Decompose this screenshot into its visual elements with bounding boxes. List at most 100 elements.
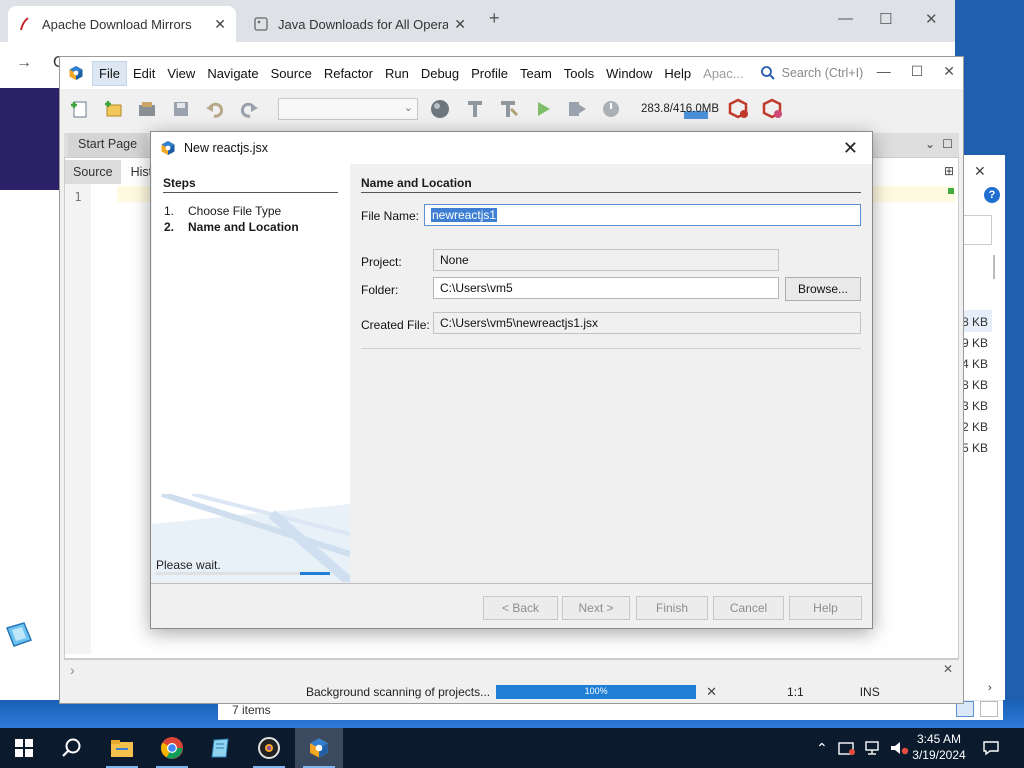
file-explorer-button[interactable]	[98, 728, 146, 768]
next-button[interactable]: Next >	[562, 596, 630, 620]
step-label: Choose File Type	[188, 204, 282, 218]
quick-search[interactable]: Search (Ctrl+I)	[760, 65, 864, 81]
clean-build-icon[interactable]	[498, 98, 520, 120]
search-button[interactable]	[48, 728, 96, 768]
help-icon[interactable]: ?	[984, 187, 1000, 203]
debug-icon[interactable]	[566, 98, 588, 120]
scroll-right-icon[interactable]: ›	[988, 682, 992, 694]
menu-debug[interactable]: Debug	[415, 62, 465, 85]
tab-title: Java Downloads for All Operati	[278, 16, 448, 32]
close-tab-icon[interactable]: ✕	[454, 16, 466, 33]
media-app-button[interactable]	[245, 728, 293, 768]
network-icon[interactable]	[864, 740, 882, 756]
folder-label: Folder:	[361, 283, 399, 297]
folder-field[interactable]: C:\Users\vm5	[433, 277, 779, 299]
configuration-dropdown[interactable]: ⌄	[278, 98, 418, 120]
new-project-icon[interactable]	[102, 98, 124, 120]
new-tab-button[interactable]: +	[489, 8, 500, 29]
chrome-button[interactable]	[148, 728, 196, 768]
run-icon[interactable]	[532, 98, 554, 120]
memory-indicator[interactable]: 283.8/416.0MB	[640, 99, 720, 119]
netbeans-logo-icon	[160, 140, 176, 156]
clock[interactable]: 3:45 AM 3/19/2024	[905, 731, 973, 763]
menu-refactor[interactable]: Refactor	[318, 62, 379, 85]
step-item: 1. Choose File Type	[164, 204, 281, 218]
finish-button[interactable]: Finish	[636, 596, 708, 620]
notepad-button[interactable]	[196, 728, 244, 768]
chrome-tab-apache[interactable]: Apache Download Mirrors ✕	[8, 6, 236, 42]
start-button[interactable]	[0, 728, 48, 768]
menu-window[interactable]: Window	[600, 62, 658, 85]
notifications-button[interactable]	[982, 728, 1000, 768]
step-label: Name and Location	[188, 220, 299, 234]
menu-navigate[interactable]: Navigate	[201, 62, 264, 85]
security-icon[interactable]	[838, 740, 856, 756]
build-icon[interactable]	[464, 98, 486, 120]
close-icon[interactable]: ✕	[943, 662, 953, 676]
browser-globe-icon[interactable]	[430, 98, 452, 120]
back-button[interactable]: < Back	[483, 596, 558, 620]
search-icon	[62, 738, 81, 757]
menu-tools[interactable]: Tools	[558, 62, 600, 85]
desktop-shortcut-icon[interactable]	[4, 620, 34, 650]
undo-icon[interactable]	[204, 98, 226, 120]
search-placeholder: Search (Ctrl+I)	[781, 66, 864, 80]
chevron-down-icon[interactable]: ⌄	[925, 137, 935, 151]
browse-button[interactable]: Browse...	[785, 277, 861, 301]
tab-source[interactable]: Source	[65, 160, 121, 184]
close-icon[interactable]: ✕	[974, 163, 986, 180]
close-icon[interactable]: ✕	[843, 138, 858, 159]
menu-team[interactable]: Team	[514, 62, 558, 85]
menu-run[interactable]: Run	[379, 62, 415, 85]
forward-arrow-icon[interactable]: →	[16, 54, 32, 72]
close-tab-icon[interactable]: ✕	[214, 16, 226, 33]
save-all-icon[interactable]	[170, 98, 192, 120]
step-number: 2.	[164, 220, 175, 234]
items-count: 7 items	[232, 703, 271, 717]
page-input[interactable]	[962, 215, 992, 245]
expand-arrow-icon[interactable]: ›	[70, 662, 75, 678]
maximize-icon[interactable]: ☐	[879, 10, 892, 28]
menu-help[interactable]: Help	[658, 62, 697, 85]
tiles-view-icon[interactable]	[980, 701, 998, 717]
profile-icon[interactable]	[600, 98, 622, 120]
netbeans-taskbar-button[interactable]	[295, 728, 343, 768]
created-file-label: Created File:	[361, 318, 430, 332]
scrollbar-thumb[interactable]	[993, 255, 995, 279]
menu-profile[interactable]: Profile	[465, 62, 514, 85]
status-bar: Background scanning of projects... 100% …	[60, 681, 963, 703]
name-location-panel: Name and Location File Name: newreactjs1…	[361, 164, 861, 582]
maximize-icon[interactable]: ☐	[911, 63, 924, 80]
windows-logo-icon	[15, 739, 33, 757]
cancel-task-icon[interactable]: ✕	[706, 684, 717, 700]
close-icon[interactable]: ✕	[943, 63, 955, 80]
clock-time: 3:45 AM	[916, 732, 962, 746]
menu-bar: File Edit View Navigate Source Refactor …	[60, 57, 963, 89]
menu-view[interactable]: View	[161, 62, 201, 85]
cancel-button[interactable]: Cancel	[713, 596, 784, 620]
menu-file[interactable]: File	[92, 60, 127, 86]
new-file-icon[interactable]	[68, 98, 90, 120]
help-button[interactable]: Help	[789, 596, 862, 620]
minimize-icon[interactable]: —	[877, 63, 891, 80]
profiler-snapshot-icon[interactable]	[762, 98, 784, 120]
menu-edit[interactable]: Edit	[127, 62, 161, 85]
chrome-tab-java[interactable]: Java Downloads for All Operati ✕	[244, 6, 476, 42]
project-name-label: Apac...	[703, 65, 744, 81]
file-name-field[interactable]: newreactjs1	[424, 204, 861, 226]
restore-window-icon[interactable]: ☐	[942, 137, 953, 151]
tab-start-page[interactable]: Start Page	[68, 133, 148, 157]
minimize-icon[interactable]: —	[838, 10, 853, 27]
split-editor-icon[interactable]: ⊞	[944, 164, 954, 178]
open-project-icon[interactable]	[136, 98, 158, 120]
menu-source[interactable]: Source	[265, 62, 318, 85]
close-window-icon[interactable]: ✕	[925, 10, 938, 28]
project-field: None	[433, 249, 779, 271]
page-banner	[0, 88, 60, 190]
chevron-up-icon[interactable]: ⌃	[816, 740, 828, 757]
line-number: 1	[74, 190, 82, 204]
steps-panel: Steps 1. Choose File Type 2. Name and Lo…	[152, 164, 350, 582]
redo-icon[interactable]	[238, 98, 260, 120]
file-size: 3 KB	[962, 399, 989, 413]
gc-icon[interactable]	[728, 98, 750, 120]
